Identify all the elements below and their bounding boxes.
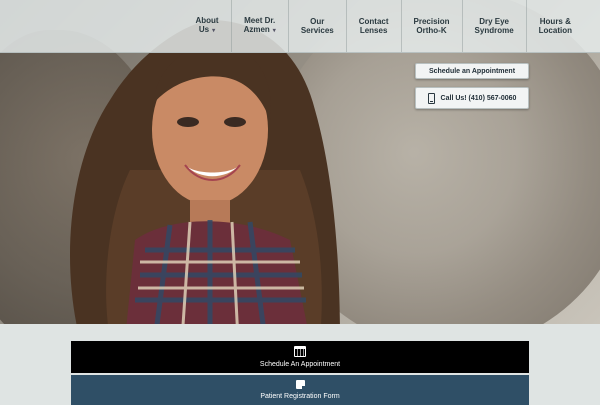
nav-item-label: Contact: [358, 17, 389, 26]
nav-item-contact-lenses[interactable]: Contact Lenses: [345, 0, 401, 52]
schedule-appointment-bar[interactable]: Schedule An Appointment: [71, 341, 529, 373]
patient-registration-bar[interactable]: Patient Registration Form: [71, 375, 529, 405]
schedule-appointment-label: Schedule an Appointment: [428, 67, 516, 75]
call-us-label: Call Us! (410) 567-0060: [440, 94, 517, 102]
hero-portrait-image: [70, 20, 340, 324]
nav-item-label: Precision: [413, 17, 450, 26]
nav-item-label: Hours &: [539, 17, 571, 26]
calendar-icon: [294, 346, 306, 357]
nav-item-label: Ortho-K: [416, 26, 447, 35]
nav-item-label: Services: [300, 26, 334, 35]
phone-icon: [427, 92, 435, 104]
nav-item-dry-eye-syndrome[interactable]: Dry Eye Syndrome: [461, 0, 526, 52]
patient-registration-bar-label: Patient Registration Form: [260, 393, 340, 400]
nav-item-label: Lenses: [359, 26, 388, 35]
schedule-appointment-bar-label: Schedule An Appointment: [259, 361, 341, 368]
nav-item-about-us[interactable]: About Us ▾: [183, 0, 230, 52]
nav-item-label: Azmen: [243, 25, 270, 34]
nav-item-label: Syndrome: [474, 26, 514, 35]
form-icon: [295, 380, 305, 389]
nav-item-label: Dry Eye: [479, 17, 509, 26]
call-us-button[interactable]: Call Us! (410) 567-0060: [415, 87, 529, 109]
nav-item-precision-ortho-k[interactable]: Precision Ortho-K: [400, 0, 462, 52]
chevron-down-icon: ▾: [272, 28, 276, 34]
nav-item-hours-location[interactable]: Hours & Location: [525, 0, 584, 52]
nav-item-label: About: [195, 16, 219, 25]
nav-item-label: Us: [198, 25, 210, 34]
nav-item-meet-dr-azmen[interactable]: Meet Dr. Azmen ▾: [230, 0, 288, 52]
nav-item-label: Our: [310, 17, 325, 26]
main-navigation: About Us ▾ Meet Dr. Azmen ▾ Our Services C…: [0, 0, 600, 53]
schedule-appointment-button[interactable]: Schedule an Appointment: [415, 63, 529, 79]
nav-item-our-services[interactable]: Our Services: [287, 0, 346, 52]
nav-item-label: Meet Dr.: [244, 16, 276, 25]
chevron-down-icon: ▾: [212, 28, 216, 34]
nav-item-label: Location: [538, 26, 572, 35]
nav-items: About Us ▾ Meet Dr. Azmen ▾ Our Services C…: [183, 0, 584, 52]
